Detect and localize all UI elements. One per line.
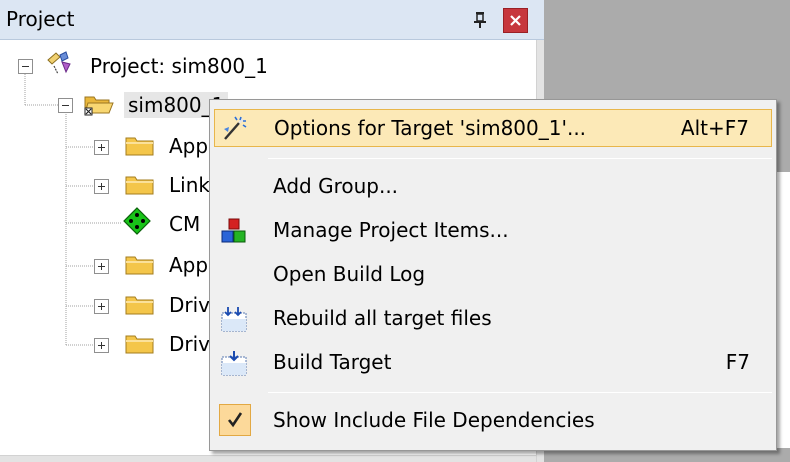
menu-item-build-target[interactable]: Build Target F7 <box>214 344 772 382</box>
group-expand-toggle[interactable] <box>94 338 109 353</box>
menu-item-shortcut: Alt+F7 <box>680 116 749 140</box>
close-icon <box>510 15 521 26</box>
group-expand-toggle[interactable] <box>94 259 109 274</box>
tree-group-label[interactable]: Link <box>169 172 210 198</box>
editor-pane-edge <box>775 172 790 448</box>
folder-icon <box>125 256 154 275</box>
menu-item-add-group[interactable]: Add Group... <box>214 168 772 206</box>
checkmark-icon <box>227 412 243 428</box>
menu-item-label: Rebuild all target files <box>273 306 492 330</box>
horizontal-scrollbar[interactable] <box>0 455 536 462</box>
menu-separator <box>268 392 772 393</box>
group-expand-toggle[interactable] <box>94 179 109 194</box>
tree-group-label[interactable]: Driv <box>169 292 210 318</box>
root-collapse-toggle[interactable] <box>18 59 33 74</box>
menu-item-open-build-log[interactable]: Open Build Log <box>214 256 772 294</box>
menu-item-label: Add Group... <box>273 174 399 198</box>
menu-item-label: Options for Target 'sim800_1'... <box>274 116 587 140</box>
folder-icon <box>125 137 154 156</box>
tree-component-label[interactable]: CM <box>169 211 200 237</box>
group-expand-toggle[interactable] <box>94 140 109 155</box>
target-collapse-toggle[interactable] <box>58 98 73 113</box>
context-menu: Options for Target 'sim800_1'... Alt+F7 … <box>209 99 777 451</box>
menu-item-manage-project-items[interactable]: Manage Project Items... <box>214 212 772 250</box>
magic-wand-icon <box>224 116 247 140</box>
build-icon <box>221 351 247 376</box>
menu-item-label: Show Include File Dependencies <box>273 408 595 432</box>
menu-item-show-include-deps[interactable]: Show Include File Dependencies <box>214 402 772 440</box>
project-icon <box>47 51 71 75</box>
folder-icon <box>125 335 154 354</box>
menu-item-rebuild-all[interactable]: Rebuild all target files <box>214 300 772 338</box>
tree-group-label[interactable]: App <box>169 252 208 278</box>
menu-item-label: Build Target <box>273 350 392 374</box>
menu-separator <box>268 158 772 159</box>
tree-group-label[interactable]: Driv <box>169 331 210 357</box>
menu-item-label: Manage Project Items... <box>273 218 509 242</box>
project-items-icon <box>221 218 246 243</box>
tree-group-label[interactable]: App <box>169 133 208 159</box>
rebuild-icon <box>221 307 247 332</box>
group-expand-toggle[interactable] <box>94 299 109 314</box>
folder-icon <box>125 176 154 195</box>
menu-item-label: Open Build Log <box>273 262 426 286</box>
close-button[interactable] <box>503 8 528 33</box>
folder-icon <box>125 296 154 315</box>
checked-indicator <box>219 404 251 436</box>
menu-item-shortcut: F7 <box>725 350 750 374</box>
tree-root-label[interactable]: Project: sim800_1 <box>90 53 268 79</box>
open-folder-icon <box>84 96 114 116</box>
screen: Project Project: sim800_1 sim800_1 App L… <box>0 0 790 462</box>
menu-item-options-for-target[interactable]: Options for Target 'sim800_1'... Alt+F7 <box>214 109 772 147</box>
cmsis-diamond-icon <box>123 207 151 235</box>
pin-icon[interactable] <box>470 9 490 29</box>
